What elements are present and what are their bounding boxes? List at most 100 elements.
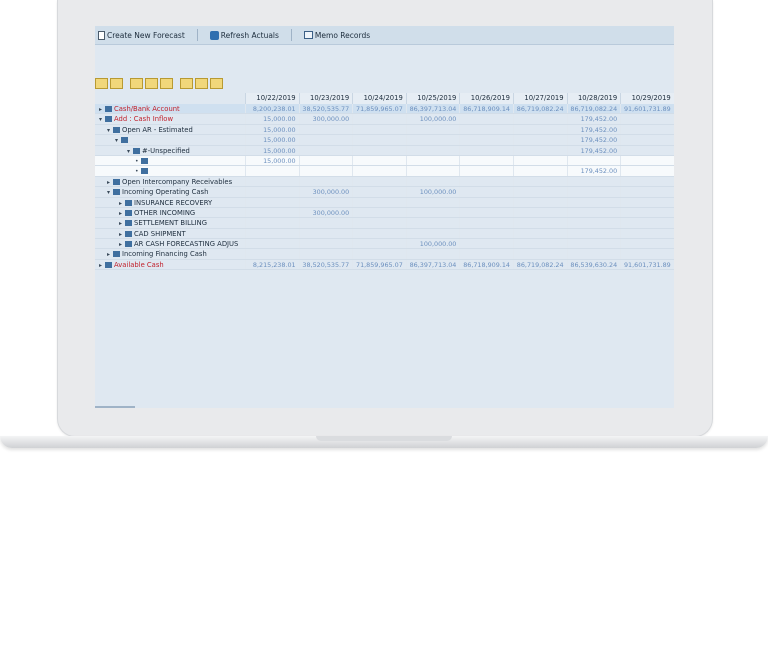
value-cell[interactable] [352,218,406,228]
value-cell[interactable] [352,145,406,155]
value-cell[interactable] [620,187,674,197]
value-cell[interactable] [245,239,299,249]
value-cell[interactable] [512,249,567,259]
value-cell[interactable] [352,207,406,218]
tree-row[interactable]: ▸ OTHER INCOMING [95,208,245,219]
value-cell[interactable] [459,197,513,207]
value-cell[interactable] [512,197,567,207]
value-cell[interactable] [298,124,353,135]
value-cell[interactable] [352,228,406,239]
value-cell[interactable] [245,197,299,207]
value-cell[interactable]: 100,000.00 [405,187,460,197]
value-cell[interactable] [245,187,299,197]
value-cell[interactable]: 86,539,630.24 [566,259,621,270]
value-cell[interactable] [620,197,674,207]
value-cell[interactable] [245,249,299,259]
value-cell[interactable] [405,155,460,166]
value-cell[interactable] [459,135,513,145]
value-cell[interactable] [298,155,353,166]
value-cell[interactable] [512,218,567,228]
value-cell[interactable] [459,155,513,166]
value-cell[interactable]: 8,215,238.01 [245,259,299,270]
value-cell[interactable]: 300,000.00 [298,114,353,124]
value-cell[interactable] [459,239,513,249]
value-cell[interactable]: 179,452.00 [566,114,621,124]
value-cell[interactable] [512,114,567,124]
value-cell[interactable] [459,166,513,176]
value-cell[interactable] [245,207,299,218]
value-cell[interactable] [459,176,513,187]
value-cell[interactable] [459,249,513,259]
value-cell[interactable]: 179,452.00 [566,124,621,135]
expand-all-icon[interactable] [95,78,108,89]
value-cell[interactable] [512,166,567,176]
value-cell[interactable] [245,166,299,176]
value-cell[interactable] [566,239,621,249]
value-cell[interactable] [352,155,406,166]
tree-row[interactable]: ▸ SETTLEMENT BILLING [95,218,245,229]
value-cell[interactable] [352,187,406,197]
value-cell[interactable] [405,124,460,135]
value-cell[interactable]: 86,719,082.24 [566,104,621,114]
value-cell[interactable]: 71,859,965.07 [352,104,406,114]
value-cell[interactable] [298,218,353,228]
value-cell[interactable] [298,197,353,207]
value-cell[interactable] [566,187,621,197]
value-cell[interactable] [459,228,513,239]
value-cell[interactable] [512,145,567,155]
value-cell[interactable] [512,207,567,218]
value-cell[interactable] [620,145,674,155]
tree-row[interactable]: • [95,166,245,177]
value-cell[interactable] [405,145,460,155]
tree-row[interactable]: ▸ Incoming Financing Cash [95,249,245,260]
value-cell[interactable]: 179,452.00 [566,145,621,155]
value-cell[interactable] [620,166,674,176]
value-cell[interactable] [620,239,674,249]
value-cell[interactable]: 8,200,238.01 [245,104,299,114]
value-cell[interactable] [298,176,353,187]
tree-row[interactable]: ▸ Cash/Bank Account [95,104,245,115]
tree-row[interactable]: ▸ INSURANCE RECOVERY [95,198,245,208]
value-cell[interactable] [566,249,621,259]
value-cell[interactable]: 100,000.00 [405,239,460,249]
value-cell[interactable] [620,114,674,124]
tree-row[interactable]: ▾ Add : Cash Inflow [95,114,245,125]
tree-row[interactable]: ▾ Open AR - Estimated [95,125,245,136]
value-cell[interactable] [512,228,567,239]
value-cell[interactable] [352,197,406,207]
value-cell[interactable] [620,228,674,239]
value-cell[interactable] [566,228,621,239]
value-cell[interactable]: 86,719,082.24 [512,259,567,270]
value-cell[interactable] [620,218,674,228]
value-cell[interactable] [405,207,460,218]
value-cell[interactable] [566,197,621,207]
value-cell[interactable] [352,249,406,259]
value-cell[interactable] [512,239,567,249]
value-cell[interactable] [245,228,299,239]
value-cell[interactable] [459,145,513,155]
value-cell[interactable]: 91,601,731.89 [620,104,674,114]
layout-dropdown-icon[interactable] [210,78,223,89]
value-cell[interactable] [512,187,567,197]
value-cell[interactable] [352,176,406,187]
value-cell[interactable] [298,166,353,176]
value-cell[interactable] [459,124,513,135]
value-cell[interactable]: 86,397,713.04 [405,259,460,270]
tree-row[interactable]: ▸ CAD SHIPMENT [95,229,245,240]
value-cell[interactable]: 71,859,965.07 [352,259,406,270]
refresh-actuals-button[interactable]: Refresh Actuals [209,30,279,40]
value-cell[interactable]: 300,000.00 [298,207,353,218]
value-cell[interactable]: 179,452.00 [566,135,621,145]
value-cell[interactable] [620,135,674,145]
value-cell[interactable] [298,228,353,239]
value-cell[interactable]: 86,718,909.14 [459,259,513,270]
value-cell[interactable] [620,207,674,218]
tree-row[interactable]: • [95,155,245,167]
value-cell[interactable]: 86,719,082.24 [512,104,567,114]
value-cell[interactable] [352,135,406,145]
value-cell[interactable]: 38,520,535.77 [298,259,353,270]
tree-row[interactable]: ▸ AR CASH FORECASTING ADJUS [95,239,245,250]
value-cell[interactable] [620,155,674,166]
value-cell[interactable] [512,176,567,187]
value-cell[interactable]: 15,000.00 [245,124,299,135]
